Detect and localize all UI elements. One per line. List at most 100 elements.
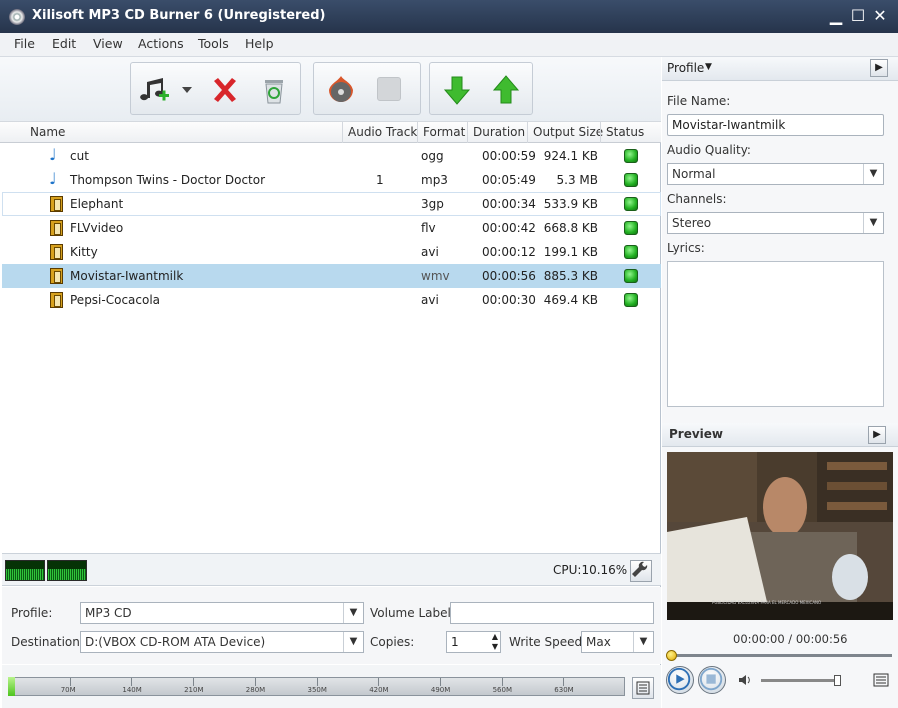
wrench-icon xyxy=(632,561,648,577)
capacity-tick-label: 210M xyxy=(184,686,204,694)
write-speed-select[interactable]: Max ▼ xyxy=(581,631,654,653)
menu-edit[interactable]: Edit xyxy=(52,36,76,51)
profile-panel-title[interactable]: Profile xyxy=(667,61,704,75)
file-format: 3gp xyxy=(421,197,444,211)
table-row[interactable]: FLVvideo flv 00:00:42 668.8 KB xyxy=(2,216,661,240)
table-row[interactable]: Elephant 3gp 00:00:34 533.9 KB xyxy=(2,192,661,216)
table-row[interactable]: Pepsi-Cocacola avi 00:00:30 469.4 KB xyxy=(2,288,661,312)
burn-disc-icon[interactable] xyxy=(325,74,357,106)
capacity-tick-mark xyxy=(69,678,71,686)
file-size: 469.4 KB xyxy=(543,293,598,307)
file-size: 5.3 MB xyxy=(556,173,598,187)
green-down-arrow-icon[interactable] xyxy=(441,74,473,106)
preview-title: Preview xyxy=(669,427,724,441)
seek-knob[interactable] xyxy=(666,650,677,661)
volume-icon[interactable] xyxy=(737,672,753,688)
video-frame-image: PUBLICIDAD EXCLUSIVA PARA EL MERCADO MEX… xyxy=(667,452,893,620)
seek-track[interactable] xyxy=(668,654,892,657)
preview-panel-header: Preview ▶ xyxy=(662,423,898,447)
capacity-tick-mark xyxy=(501,678,503,686)
column-name[interactable]: Name xyxy=(30,125,65,139)
chevron-down-icon: ▼ xyxy=(343,603,363,623)
menu-actions[interactable]: Actions xyxy=(138,36,184,51)
destination-select[interactable]: D:(VBOX CD-ROM ATA Device) ▼ xyxy=(80,631,364,653)
profile-label: Profile: xyxy=(11,606,53,620)
destination-value: D:(VBOX CD-ROM ATA Device) xyxy=(85,635,266,649)
disc-info-button[interactable] xyxy=(632,677,654,699)
audio-track: 1 xyxy=(376,173,384,187)
chevron-down-icon[interactable]: ▼ xyxy=(705,62,712,72)
file-size: 924.1 KB xyxy=(543,149,598,163)
stepper-arrows-icon[interactable]: ▲ ▼ xyxy=(492,632,498,652)
write-speed-label: Write Speed: xyxy=(509,635,587,649)
capacity-used-fill xyxy=(8,677,15,696)
recycle-bin-icon[interactable] xyxy=(258,74,290,106)
volume-label-input[interactable] xyxy=(450,602,654,624)
chevron-down-icon[interactable] xyxy=(182,86,192,94)
menu-file[interactable]: File xyxy=(14,36,35,51)
profile-value: MP3 CD xyxy=(85,606,132,620)
status-ok-icon xyxy=(624,197,638,211)
column-duration[interactable]: Duration xyxy=(473,125,525,139)
column-format[interactable]: Format xyxy=(423,125,465,139)
table-row[interactable]: Kitty avi 00:00:12 199.1 KB xyxy=(2,240,661,264)
cpu-usage: CPU:10.16% xyxy=(553,563,628,577)
audio-quality-label: Audio Quality: xyxy=(667,143,751,157)
stop-icon xyxy=(699,667,723,691)
menu-view[interactable]: View xyxy=(93,36,123,51)
table-row[interactable]: ♩ cut ogg 00:00:59 924.1 KB xyxy=(2,144,661,168)
table-row[interactable]: ♩ Thompson Twins - Doctor Doctor 1 mp3 00:05… xyxy=(2,168,661,192)
status-ok-icon xyxy=(624,149,638,163)
status-ok-icon xyxy=(624,245,638,259)
file-size: 199.1 KB xyxy=(543,245,598,259)
channels-value: Stereo xyxy=(672,216,712,230)
capacity-tick-label: 630M xyxy=(554,686,574,694)
capacity-tick-label: 350M xyxy=(307,686,327,694)
menu-tools[interactable]: Tools xyxy=(198,36,229,51)
close-button[interactable]: ✕ xyxy=(870,6,890,26)
play-button[interactable] xyxy=(666,666,694,694)
stop-button[interactable] xyxy=(698,666,726,694)
destination-label: Destination: xyxy=(11,635,84,649)
snapshot-icon[interactable] xyxy=(872,671,890,689)
list-icon xyxy=(636,681,650,695)
minimize-button[interactable]: ▁ xyxy=(826,6,846,26)
file-name: Kitty xyxy=(70,245,98,259)
film-icon xyxy=(50,268,63,284)
red-x-icon[interactable] xyxy=(209,74,241,106)
music-note-add-icon[interactable] xyxy=(139,74,171,106)
column-audio-track[interactable]: Audio Track xyxy=(348,125,417,139)
file-duration: 00:05:49 xyxy=(482,173,536,187)
settings-button[interactable] xyxy=(630,560,652,582)
preview-expand-button[interactable]: ▶ xyxy=(868,426,886,444)
file-duration: 00:00:59 xyxy=(482,149,536,163)
green-up-arrow-icon[interactable] xyxy=(490,74,522,106)
menu-help[interactable]: Help xyxy=(245,36,274,51)
music-note-icon: ♩ xyxy=(49,169,57,188)
menu-bar: File Edit View Actions Tools Help xyxy=(0,33,898,57)
column-status[interactable]: Status xyxy=(606,125,644,139)
status-ok-icon xyxy=(624,269,638,283)
stop-square-icon[interactable] xyxy=(377,77,401,101)
channels-select[interactable]: Stereo ▼ xyxy=(667,212,884,234)
maximize-button[interactable]: ☐ xyxy=(848,6,868,26)
volume-knob[interactable] xyxy=(834,675,841,686)
cpu-meter-right xyxy=(47,560,87,581)
copies-stepper[interactable]: 1 ▲ ▼ xyxy=(446,631,501,653)
profile-select[interactable]: MP3 CD ▼ xyxy=(80,602,364,624)
film-icon xyxy=(50,196,63,212)
film-icon xyxy=(50,244,63,260)
file-size: 668.8 KB xyxy=(543,221,598,235)
app-disc-icon xyxy=(9,9,25,25)
file-name-input[interactable]: Movistar-Iwantmilk xyxy=(667,114,884,136)
profile-expand-button[interactable]: ▶ xyxy=(870,59,888,77)
copies-value: 1 xyxy=(451,635,459,649)
capacity-tick-label: 560M xyxy=(492,686,512,694)
play-icon xyxy=(667,667,691,691)
audio-quality-select[interactable]: Normal ▼ xyxy=(667,163,884,185)
table-row[interactable]: Movistar-Iwantmilk wmv 00:00:56 885.3 KB xyxy=(2,264,661,288)
lyrics-textarea[interactable] xyxy=(667,261,884,407)
volume-slider[interactable] xyxy=(761,679,839,682)
capacity-tick-label: 420M xyxy=(369,686,389,694)
column-output-size[interactable]: Output Size xyxy=(533,125,603,139)
